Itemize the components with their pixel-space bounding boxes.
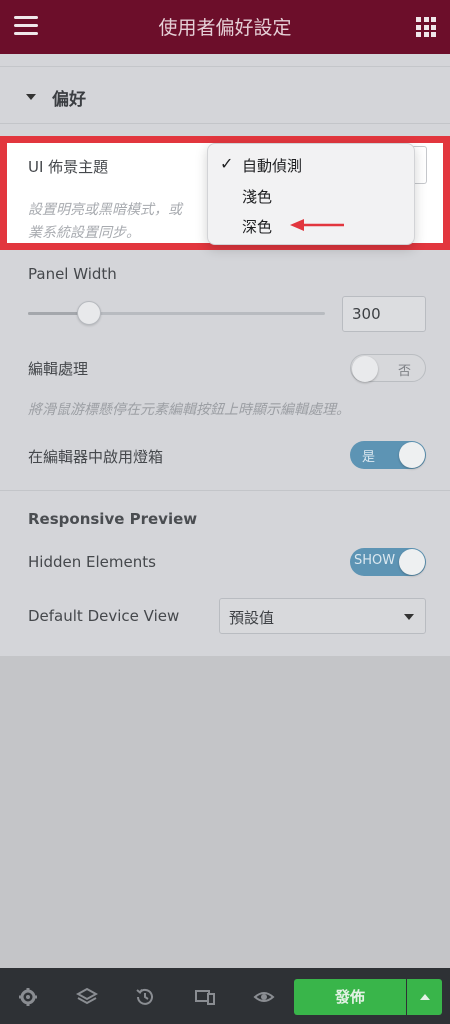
hidden-elements-toggle[interactable]: SHOW <box>350 548 426 576</box>
ui-theme-description: 設置明亮或黑暗模式，或 <box>28 202 182 218</box>
history-icon[interactable] <box>134 986 156 1008</box>
lightbox-toggle[interactable]: 是 <box>350 441 426 469</box>
option-light[interactable]: 淺色 <box>242 186 272 207</box>
option-dark[interactable]: 深色 <box>242 216 272 237</box>
section-divider <box>0 490 450 491</box>
edit-handles-toggle[interactable]: 否 <box>350 354 426 382</box>
panel-width-slider[interactable] <box>28 312 325 315</box>
option-auto-detect[interactable]: 自動偵測 <box>242 155 302 176</box>
slider-thumb[interactable] <box>77 301 101 325</box>
toggle-text: SHOW <box>354 553 396 568</box>
default-device-view-select[interactable]: 預設值 <box>219 598 426 634</box>
responsive-mode-icon[interactable] <box>194 986 216 1008</box>
edit-handles-description: 將滑鼠游標懸停在元素編輯按鈕上時顯示編輯處理。 <box>28 402 350 418</box>
section-title[interactable]: 偏好 <box>52 85 86 110</box>
ui-theme-label: UI 佈景主題 <box>28 158 109 176</box>
check-icon: ✓ <box>220 154 234 173</box>
lightbox-label: 在編輯器中啟用燈箱 <box>28 448 164 466</box>
panel-width-input[interactable] <box>342 296 426 332</box>
settings-gear-icon[interactable] <box>17 986 39 1008</box>
toggle-text: 否 <box>397 364 411 379</box>
section-divider <box>0 123 450 124</box>
caret-up-icon <box>420 994 430 1000</box>
select-value: 預設值 <box>229 609 275 627</box>
toggle-knob <box>352 356 378 382</box>
caret-down-icon[interactable] <box>26 94 36 100</box>
responsive-preview-heading: Responsive Preview <box>28 510 198 528</box>
default-device-view-label: Default Device View <box>28 607 180 625</box>
page-title: 使用者偏好設定 <box>158 17 292 39</box>
preview-eye-icon[interactable] <box>253 986 275 1008</box>
edit-handles-label: 編輯處理 <box>28 360 89 378</box>
chevron-down-icon <box>404 614 414 620</box>
toggle-knob <box>399 442 425 468</box>
grid-apps-icon[interactable] <box>416 17 436 37</box>
hidden-elements-label: Hidden Elements <box>28 553 156 571</box>
red-arrow-annotation <box>290 219 344 231</box>
publish-button[interactable]: 發佈 <box>294 979 406 1015</box>
panel-width-label: Panel Width <box>28 265 117 283</box>
toggle-text: 是 <box>362 450 376 465</box>
top-header: 使用者偏好設定 <box>0 0 450 54</box>
ui-theme-description-2: 業系統設置同步。 <box>28 225 140 241</box>
layers-icon[interactable] <box>76 986 98 1008</box>
publish-options-button[interactable] <box>407 979 442 1015</box>
toggle-knob <box>399 549 425 575</box>
divider <box>0 66 450 67</box>
